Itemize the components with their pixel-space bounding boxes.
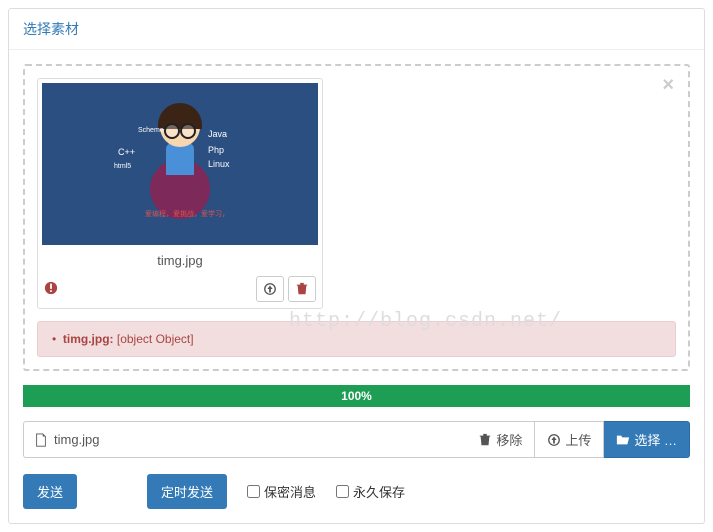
material-panel: 选择素材 × Java C++ Php Linux Scheme (8, 8, 705, 524)
thumbnail-card: Java C++ Php Linux Scheme html5 爱编程，爱挑战，… (37, 78, 323, 309)
error-bullet: • (52, 332, 56, 346)
trash-icon (295, 282, 309, 296)
upload-button[interactable]: 上传 (535, 421, 604, 458)
img-label-scheme: Scheme (138, 127, 164, 134)
upload-icon (263, 282, 277, 296)
retry-upload-button[interactable] (256, 276, 284, 302)
folder-open-icon (616, 433, 630, 447)
error-text: [object Object] (117, 332, 194, 346)
bottom-actions: 发送 定时发送 保密消息 永久保存 (23, 474, 690, 509)
file-input-row: timg.jpg 移除 上传 选择 … (23, 421, 690, 458)
confidential-checkbox[interactable]: 保密消息 (247, 482, 316, 501)
thumbnail-filename: timg.jpg (42, 245, 318, 272)
img-label-php: Php (208, 145, 224, 155)
img-label-java: Java (208, 129, 227, 139)
upload-dropzone[interactable]: × Java C++ Php Linux Scheme html5 (23, 64, 690, 371)
error-filename: timg.jpg: (63, 332, 114, 346)
error-message: • timg.jpg: [object Object] (37, 321, 676, 357)
remove-button[interactable]: 移除 (466, 421, 535, 458)
error-icon (44, 281, 58, 298)
img-label-html5: html5 (114, 163, 131, 170)
img-label-linux: Linux (208, 159, 230, 169)
send-button[interactable]: 发送 (23, 474, 77, 509)
progress-label: 100% (341, 389, 372, 403)
schedule-send-button[interactable]: 定时发送 (147, 474, 227, 509)
trash-icon (478, 433, 492, 447)
upload-icon (547, 433, 561, 447)
delete-thumbnail-button[interactable] (288, 276, 316, 302)
filename-field[interactable]: timg.jpg (23, 421, 466, 458)
progress-bar: 100% (23, 385, 690, 407)
img-red-caption: 爱编程，爱挑战，爱学习， (145, 209, 229, 219)
confidential-input[interactable] (247, 485, 260, 498)
persist-input[interactable] (336, 485, 349, 498)
select-button[interactable]: 选择 … (604, 421, 690, 458)
close-icon[interactable]: × (662, 74, 674, 97)
filename-text: timg.jpg (54, 432, 100, 447)
file-icon (34, 433, 48, 447)
persist-checkbox[interactable]: 永久保存 (336, 482, 405, 501)
panel-title: 选择素材 (9, 9, 704, 50)
img-label-cpp: C++ (118, 147, 135, 157)
thumbnail-image: Java C++ Php Linux Scheme html5 爱编程，爱挑战，… (42, 83, 318, 245)
panel-body: × Java C++ Php Linux Scheme html5 (9, 50, 704, 523)
